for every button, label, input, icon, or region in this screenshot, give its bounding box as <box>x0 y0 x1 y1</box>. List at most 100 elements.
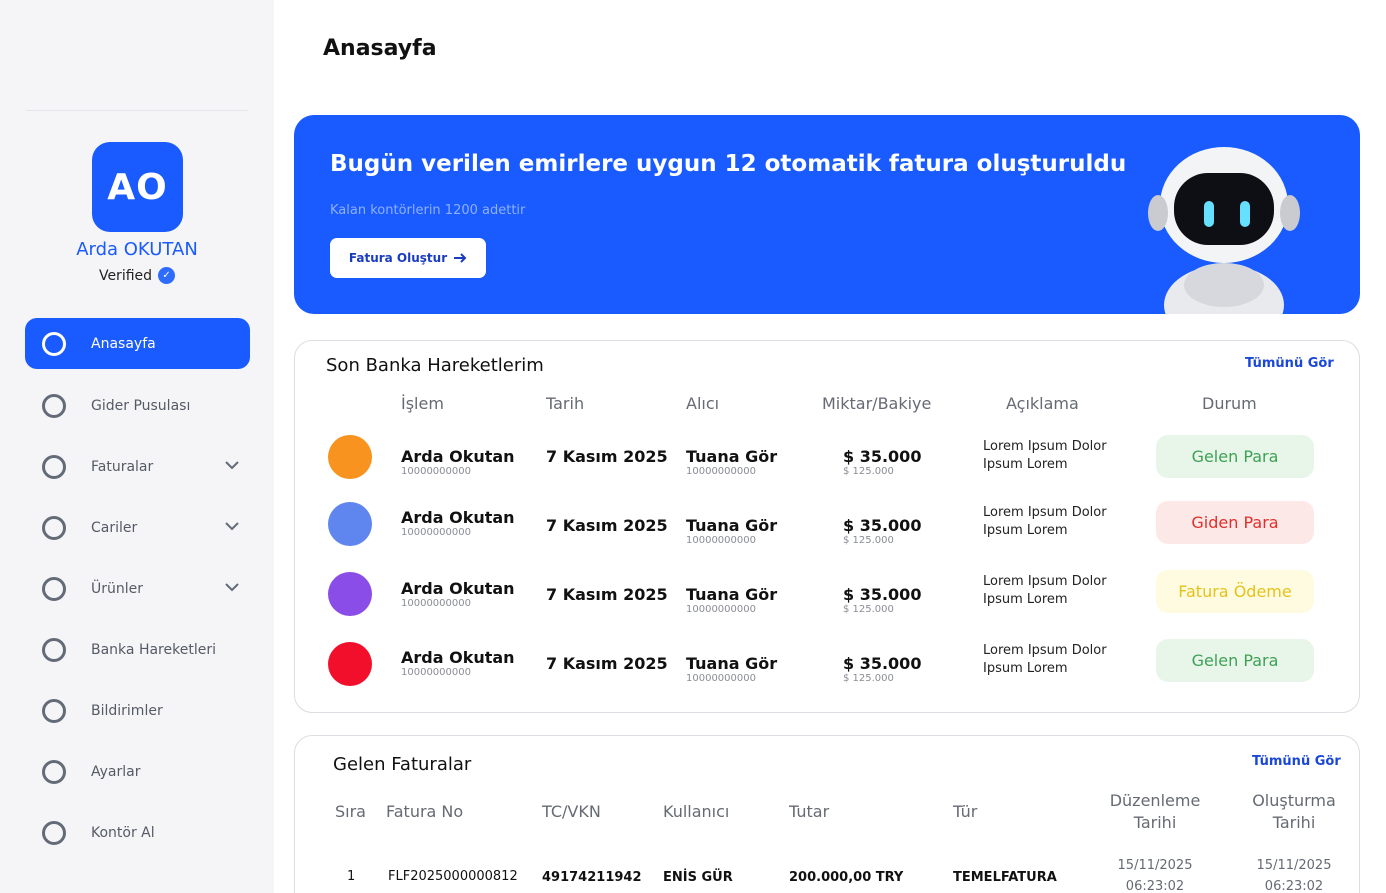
column-header[interactable]: Kullanıcı <box>663 801 729 823</box>
sidebar-item-label: Bildirimler <box>91 702 163 719</box>
circle-icon <box>42 698 66 723</box>
sidebar-item-anasayfa[interactable]: Anasayfa <box>25 318 250 369</box>
sender-id: 10000000000 <box>401 466 471 477</box>
column-header[interactable]: Alıcı <box>686 394 719 413</box>
create-invoice-label: Fatura Oluştur <box>348 251 448 265</box>
invoice-edit-date: 15/11/2025 06:23:02 <box>1100 855 1210 893</box>
time-text: 06:23:02 <box>1125 879 1185 893</box>
status-badge: Fatura Ödeme <box>1156 570 1314 613</box>
sidebar-item-label: Anasayfa <box>91 335 156 352</box>
invoices-card-title: Gelen Faturalar <box>333 754 472 775</box>
transaction-date: 7 Kasım 2025 <box>546 447 668 466</box>
column-header[interactable]: Miktar/Bakiye <box>822 394 931 413</box>
sender-name: Arda Okutan <box>401 579 515 598</box>
sidebar-item-bildirimler[interactable]: Bildirimler <box>25 685 250 736</box>
sidebar-item-urunler[interactable]: Ürünler <box>25 563 250 614</box>
receiver-name: Tuana Gör <box>686 654 778 673</box>
description: Lorem Ipsum Dolor Ipsum Lorem <box>983 642 1133 678</box>
sidebar-item-banka-hareketleri[interactable]: Banka Hareketleri <box>25 624 250 675</box>
column-header[interactable]: Durum <box>1202 394 1257 413</box>
transaction-color-dot <box>328 572 372 616</box>
receiver-name: Tuana Gör <box>686 447 778 466</box>
description-line: Ipsum Lorem <box>983 592 1068 607</box>
bank-transactions-card: Son Banka Hareketlerim Tümünü Gör İşlem … <box>294 340 1360 713</box>
sidebar-item-gider-pusulasi[interactable]: Gider Pusulası <box>25 380 250 431</box>
circle-icon <box>42 759 66 784</box>
sidebar-item-label: Gider Pusulası <box>91 397 191 414</box>
chevron-down-icon[interactable] <box>224 457 240 473</box>
description: Lorem Ipsum Dolor Ipsum Lorem <box>983 438 1133 474</box>
chevron-down-icon[interactable] <box>224 579 240 595</box>
description-line: Lorem Ipsum Dolor <box>983 505 1107 520</box>
invoices-see-all-link[interactable]: Tümünü Gör <box>1252 754 1341 769</box>
description-line: Lorem Ipsum Dolor <box>983 439 1107 454</box>
bank-card-title: Son Banka Hareketlerim <box>326 355 544 376</box>
column-header[interactable]: Açıklama <box>1006 394 1079 413</box>
circle-icon <box>42 454 66 479</box>
column-header-line: Oluşturma <box>1252 791 1336 810</box>
sidebar-divider <box>26 110 248 111</box>
sidebar: AO Arda OKUTAN Verified ✓ Anasayfa Gider… <box>0 0 274 893</box>
sender-name: Arda Okutan <box>401 648 515 667</box>
balance: $ 125.000 <box>843 673 894 684</box>
invoice-number[interactable]: FLF2025000000812 <box>388 869 518 884</box>
column-header[interactable]: Tür <box>953 801 977 823</box>
column-header[interactable]: TC/VKN <box>542 801 601 823</box>
transaction-color-dot <box>328 435 372 479</box>
status-badge: Gelen Para <box>1156 639 1314 682</box>
page-title: Anasayfa <box>323 36 437 61</box>
receiver-id: 10000000000 <box>686 466 756 477</box>
sender-name: Arda Okutan <box>401 447 515 466</box>
sidebar-item-cariler[interactable]: Cariler <box>25 502 250 553</box>
transaction-date: 7 Kasım 2025 <box>546 516 668 535</box>
column-header[interactable]: İşlem <box>401 394 444 413</box>
transaction-color-dot <box>328 642 372 686</box>
sidebar-item-faturalar[interactable]: Faturalar <box>25 441 250 492</box>
balance: $ 125.000 <box>843 535 894 546</box>
receiver-id: 10000000000 <box>686 673 756 684</box>
user-name: Arda OKUTAN <box>76 239 198 260</box>
transaction-date: 7 Kasım 2025 <box>546 585 668 604</box>
invoice-user: ENİS GÜR <box>663 870 733 885</box>
sender-id: 10000000000 <box>401 598 471 609</box>
transaction-date: 7 Kasım 2025 <box>546 654 668 673</box>
transaction-amount: $ 35.000 <box>843 516 922 535</box>
column-header[interactable]: Düzenleme Tarihi <box>1100 790 1210 834</box>
column-header[interactable]: Tarih <box>546 394 584 413</box>
banner-title: Bugün verilen emirlere uygun 12 otomatik… <box>330 151 1127 177</box>
balance: $ 125.000 <box>843 466 894 477</box>
description: Lorem Ipsum Dolor Ipsum Lorem <box>983 573 1133 609</box>
avatar[interactable]: AO <box>92 142 183 232</box>
circle-icon <box>42 393 66 418</box>
description-line: Ipsum Lorem <box>983 523 1068 538</box>
column-header[interactable]: Tutar <box>789 801 829 823</box>
chevron-down-icon[interactable] <box>224 518 240 534</box>
sidebar-item-label: Ayarlar <box>91 763 141 780</box>
description-line: Ipsum Lorem <box>983 457 1068 472</box>
column-header[interactable]: Sıra <box>335 801 366 823</box>
transaction-amount: $ 35.000 <box>843 654 922 673</box>
promo-banner: Bugün verilen emirlere uygun 12 otomatik… <box>294 115 1360 314</box>
circle-icon <box>42 576 66 601</box>
invoice-type: TEMELFATURA <box>953 870 1057 885</box>
column-header[interactable]: Oluşturma Tarihi <box>1239 790 1349 834</box>
invoice-index: 1 <box>347 869 356 884</box>
sidebar-item-kontor-al[interactable]: Kontör Al <box>25 807 250 858</box>
transaction-color-dot <box>328 502 372 546</box>
date-text: 15/11/2025 <box>1117 858 1193 873</box>
sidebar-item-ayarlar[interactable]: Ayarlar <box>25 746 250 797</box>
banner-subtitle: Kalan kontörlerin 1200 adettir <box>330 203 526 218</box>
column-header-line: Düzenleme <box>1109 791 1201 810</box>
incoming-invoices-card: Gelen Faturalar Tümünü Gör Sıra Fatura N… <box>294 735 1360 893</box>
receiver-id: 10000000000 <box>686 535 756 546</box>
sidebar-item-label: Banka Hareketleri <box>91 641 216 658</box>
description-line: Lorem Ipsum Dolor <box>983 643 1107 658</box>
invoice-create-date: 15/11/2025 06:23:02 <box>1239 855 1349 893</box>
transaction-amount: $ 35.000 <box>843 585 922 604</box>
column-header[interactable]: Fatura No <box>386 801 463 823</box>
column-header-line: Tarihi <box>1133 813 1177 832</box>
bank-see-all-link[interactable]: Tümünü Gör <box>1245 356 1334 371</box>
sidebar-item-label: Cariler <box>91 519 138 536</box>
time-text: 06:23:02 <box>1264 879 1324 893</box>
create-invoice-button[interactable]: Fatura Oluştur <box>330 238 486 278</box>
